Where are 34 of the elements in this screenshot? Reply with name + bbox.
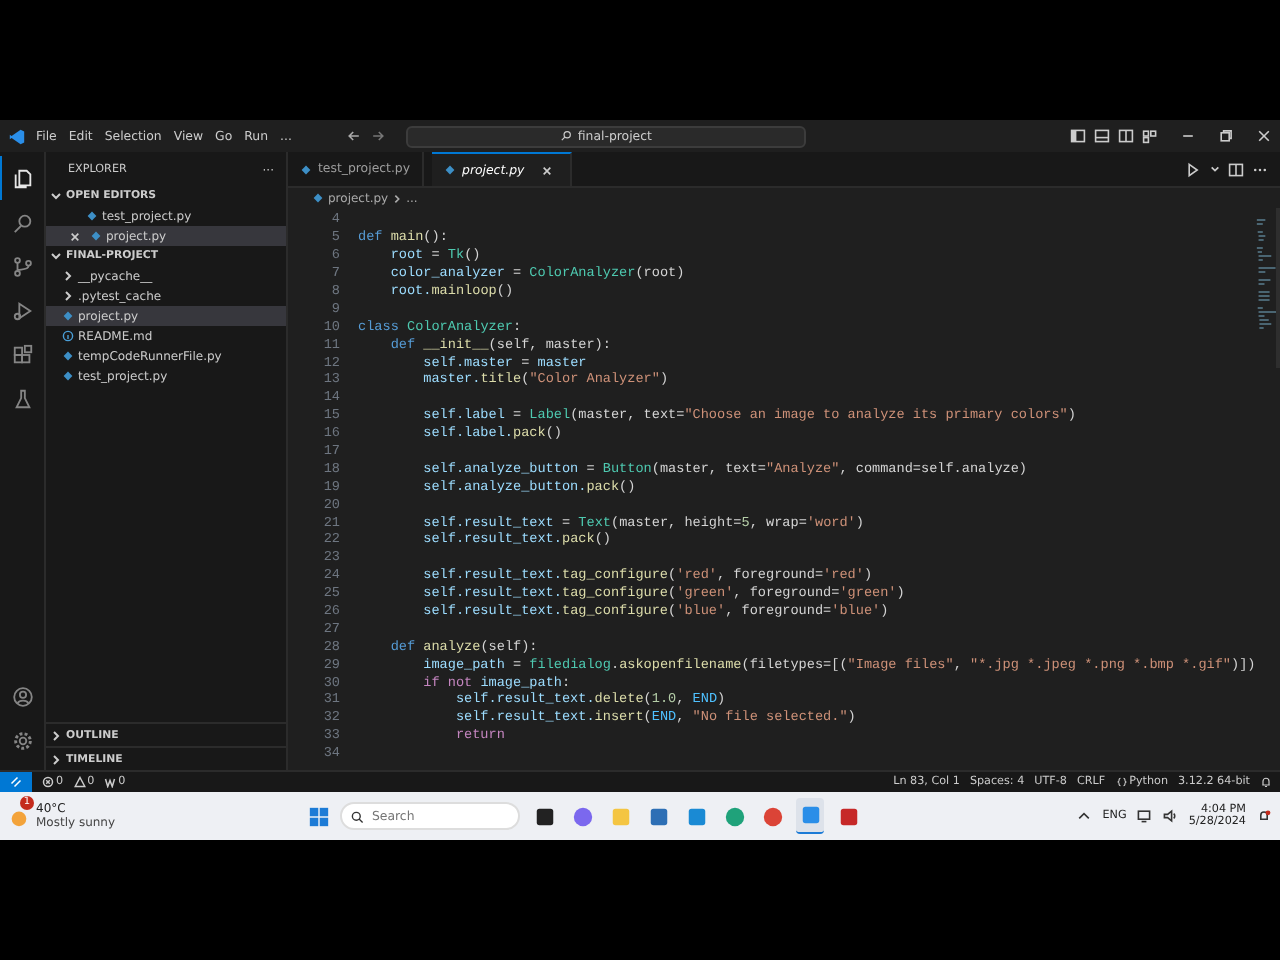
restore-icon[interactable] bbox=[1218, 128, 1234, 144]
error-icon bbox=[42, 776, 54, 788]
monitor-icon[interactable] bbox=[1136, 808, 1153, 824]
run-icon[interactable] bbox=[1186, 161, 1202, 177]
split-layout-icon[interactable] bbox=[1118, 128, 1134, 144]
python-file-icon bbox=[444, 164, 457, 176]
search-icon bbox=[559, 130, 572, 142]
chevron-down-icon bbox=[50, 190, 62, 202]
forward-arrow-icon[interactable] bbox=[369, 128, 386, 144]
volume-icon[interactable] bbox=[1162, 808, 1179, 824]
back-arrow-icon[interactable] bbox=[345, 128, 362, 144]
start-icon[interactable] bbox=[308, 805, 330, 827]
close-icon[interactable] bbox=[1256, 128, 1272, 144]
notification-bell-icon[interactable] bbox=[1256, 808, 1272, 824]
sidebar-toggle-icon[interactable] bbox=[1070, 128, 1086, 144]
python-file-icon bbox=[300, 163, 312, 175]
warning-icon bbox=[73, 776, 86, 788]
caret-icon[interactable] bbox=[1210, 164, 1220, 174]
remote-icon bbox=[10, 776, 22, 788]
antenna-icon bbox=[104, 776, 117, 788]
python-file-icon bbox=[312, 192, 324, 204]
bell-icon[interactable] bbox=[1260, 776, 1272, 788]
chevron-down-icon bbox=[50, 250, 62, 262]
braces-icon bbox=[1115, 776, 1128, 788]
python-file-icon bbox=[62, 310, 74, 322]
close-icon[interactable] bbox=[542, 165, 553, 175]
layout-grid-icon[interactable] bbox=[1142, 128, 1158, 144]
close-icon[interactable] bbox=[70, 231, 80, 241]
app-logo-icon bbox=[8, 127, 26, 145]
split-editor-icon[interactable] bbox=[1228, 161, 1244, 177]
panel-toggle-icon[interactable] bbox=[1094, 128, 1110, 144]
chevron-icon bbox=[392, 193, 403, 203]
info-icon bbox=[62, 330, 74, 342]
chevron-up-icon[interactable] bbox=[1076, 808, 1093, 824]
